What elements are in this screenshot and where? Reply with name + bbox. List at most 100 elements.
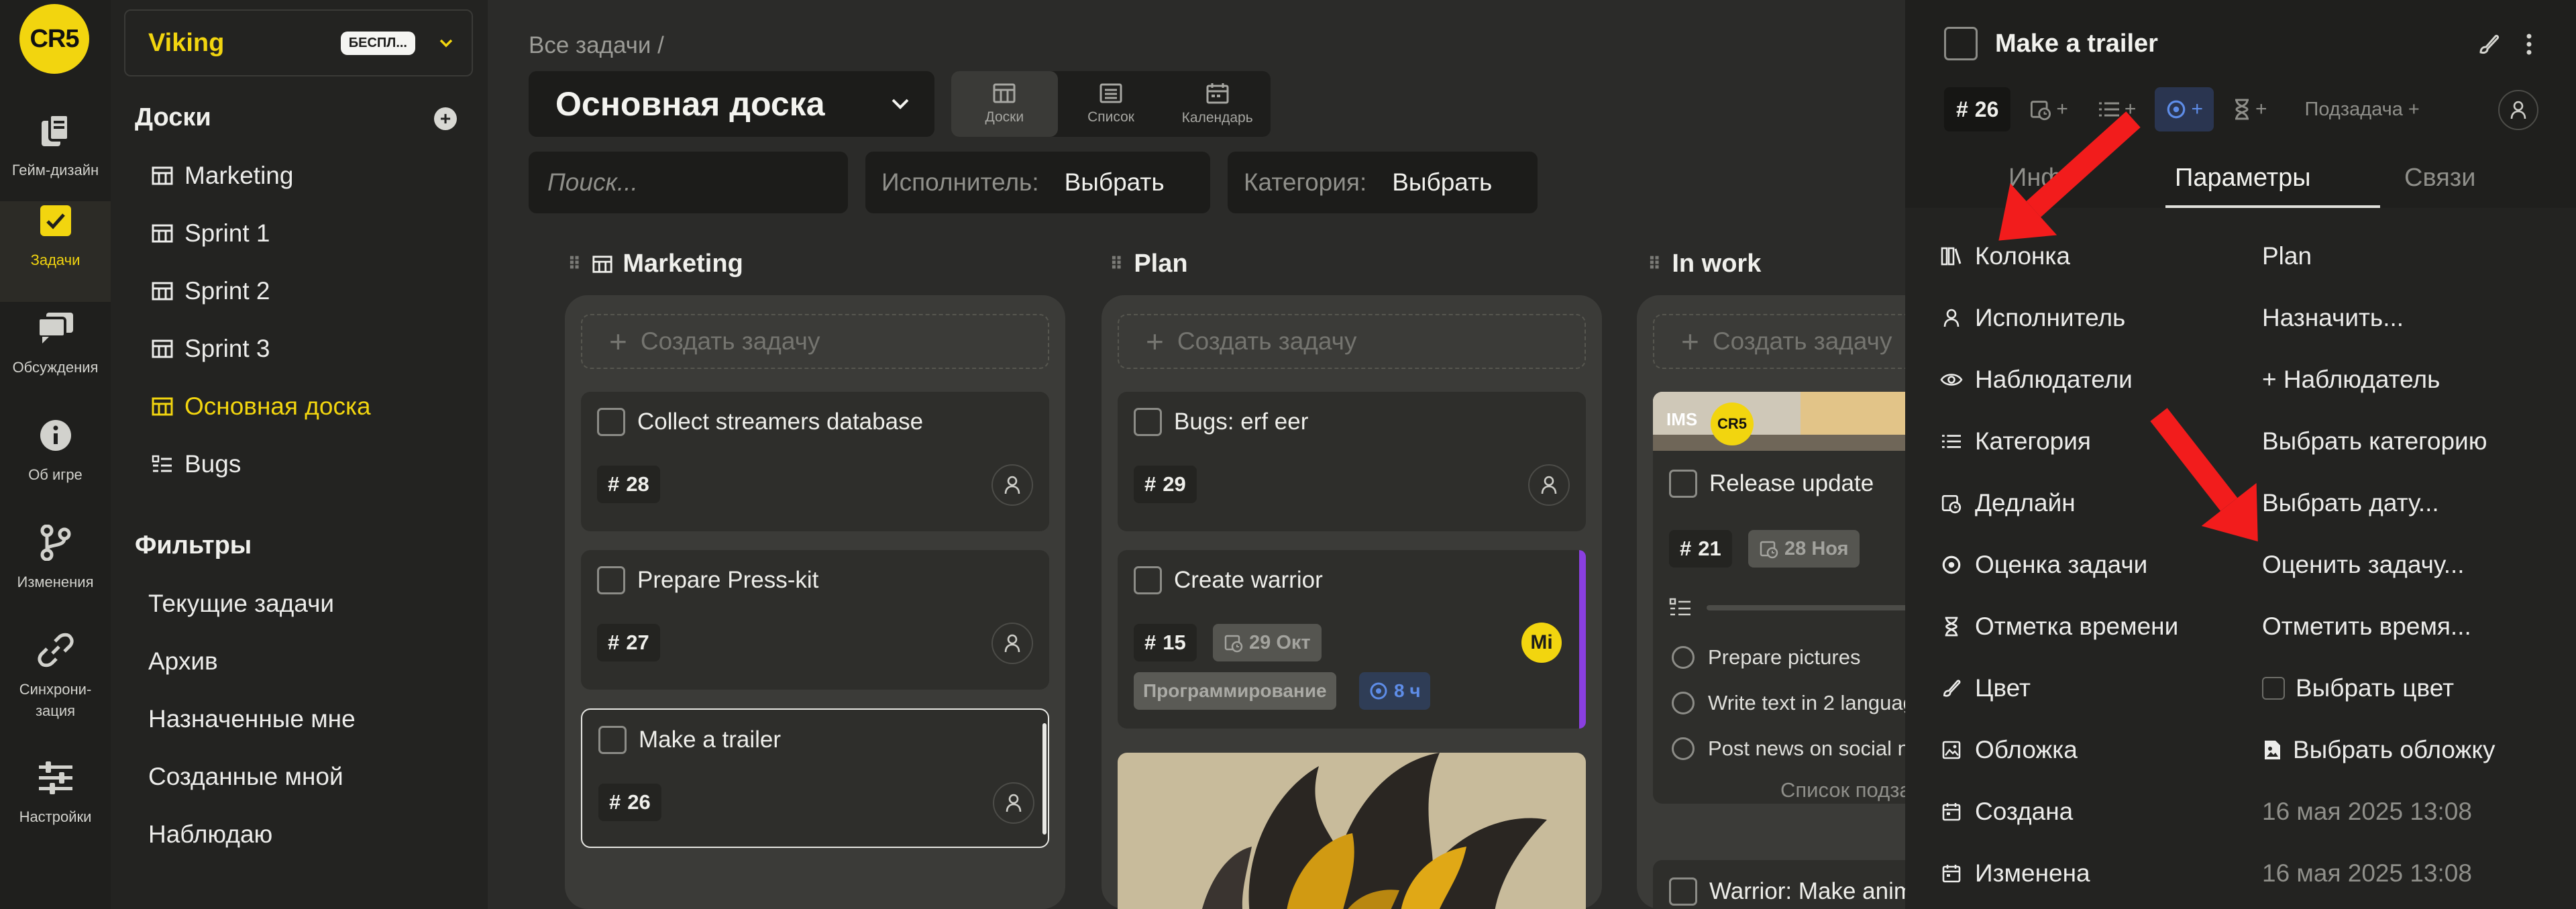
column-header-marketing[interactable]: ⠿ Marketing <box>568 250 743 278</box>
brush-icon[interactable] <box>2474 30 2504 59</box>
rail-item-sync[interactable]: Синхрони- зация <box>0 631 111 731</box>
board-selector[interactable]: Основная доска <box>529 71 934 137</box>
task-card[interactable]: Prepare Press-kit #27 <box>581 550 1049 690</box>
add-subtask-button[interactable]: Подзадача + <box>2305 99 2420 121</box>
task-checkbox[interactable] <box>597 566 625 594</box>
calendar-clock-icon <box>1224 635 1243 653</box>
task-checkbox[interactable] <box>1134 408 1162 436</box>
rail-label: Синхрони- зация <box>19 681 92 719</box>
more-vertical-icon[interactable] <box>2514 30 2544 59</box>
task-checkbox[interactable] <box>1669 877 1697 906</box>
task-card[interactable]: Collect streamers database #28 <box>581 392 1049 531</box>
deadline-add-button[interactable]: + <box>2019 87 2079 131</box>
view-calendar-button[interactable]: Календарь <box>1164 71 1271 137</box>
panel-task-title[interactable]: Make a trailer <box>1995 30 2158 58</box>
task-checkbox[interactable] <box>598 726 627 754</box>
assign-user-button[interactable] <box>1528 464 1570 506</box>
task-card[interactable]: Warrior: Make anim <box>1653 860 1905 909</box>
time-mark-add-button[interactable]: + <box>2222 87 2278 131</box>
tab-links[interactable]: Связи <box>2404 164 2475 193</box>
prop-value-estimate[interactable]: Оценить задачу... <box>2262 551 2465 579</box>
assign-user-button[interactable] <box>991 623 1033 664</box>
rail-item-discussions[interactable]: Обсуждения <box>0 309 111 409</box>
card-cover-image: IMS CR5 <box>1653 392 1905 451</box>
category-add-button[interactable]: + <box>2087 87 2147 131</box>
subtask-item[interactable]: Post news on social ne <box>1672 737 1905 761</box>
create-task-button[interactable]: + Создать задачу <box>1118 314 1586 369</box>
task-checkbox[interactable] <box>1944 27 1978 60</box>
subtask-item[interactable]: Prepare pictures <box>1672 645 1860 670</box>
prop-value-assignee[interactable]: Назначить... <box>2262 304 2404 332</box>
filter-current-tasks[interactable]: Текущие задачи <box>148 584 334 624</box>
create-task-button[interactable]: + Создать задачу <box>1653 314 1905 369</box>
sidebar-board-sprint-1[interactable]: Sprint 1 <box>151 213 270 254</box>
task-title: Prepare Press-kit <box>637 567 819 593</box>
prop-value-category[interactable]: Выбрать категорию <box>2262 427 2487 456</box>
app-logo[interactable]: CR5 <box>19 4 89 74</box>
filter-created-by-me[interactable]: Созданные мной <box>148 757 343 797</box>
prop-value-cover[interactable]: Выбрать обложку <box>2262 736 2495 764</box>
sidebar-board-sprint-2[interactable]: Sprint 2 <box>151 271 270 311</box>
breadcrumb[interactable]: Все задачи / <box>529 32 664 59</box>
drag-handle-icon[interactable]: ⠿ <box>1110 254 1123 274</box>
rail-item-tasks[interactable]: Задачи <box>0 201 111 302</box>
create-task-button[interactable]: + Создать задачу <box>581 314 1049 369</box>
filter-assigned-to-me[interactable]: Назначенные мне <box>148 699 356 739</box>
subtask-radio[interactable] <box>1672 737 1695 760</box>
subtask-radio[interactable] <box>1672 646 1695 669</box>
rail-item-settings[interactable]: Настройки <box>0 758 111 859</box>
add-board-icon[interactable]: + <box>434 107 457 130</box>
prop-label: Дедлайн <box>1975 489 2076 517</box>
task-card[interactable]: IMS CR5 Release update #21 28 Ноя Prepar… <box>1653 392 1905 804</box>
search-input[interactable] <box>547 168 871 197</box>
drag-handle-icon[interactable]: ⠿ <box>1648 254 1661 274</box>
task-checkbox[interactable] <box>597 408 625 436</box>
rail-item-changes[interactable]: Изменения <box>0 523 111 624</box>
column-header-in-work[interactable]: ⠿ In work <box>1648 250 1761 278</box>
view-board-button[interactable]: Доски <box>951 71 1058 137</box>
view-switcher: Доски Список Календарь <box>951 71 1271 137</box>
tab-parameters[interactable]: Параметры <box>2175 164 2311 193</box>
sidebar-board-bugs[interactable]: Bugs <box>151 444 241 484</box>
prop-value-watchers[interactable]: + Наблюдатель <box>2262 366 2440 394</box>
user-icon <box>1940 307 1963 329</box>
task-card-cover[interactable] <box>1118 753 1586 909</box>
rail-item-game-design[interactable]: Гейм-дизайн <box>0 111 111 212</box>
eye-icon <box>1940 368 1963 391</box>
subtask-list-link[interactable]: Список подза <box>1780 778 1905 802</box>
assign-user-button[interactable] <box>2498 90 2538 130</box>
prop-value-color[interactable]: Выбрать цвет <box>2262 674 2454 702</box>
filter-watching[interactable]: Наблюдаю <box>148 814 272 855</box>
task-card[interactable]: Bugs: erf eer #29 <box>1118 392 1586 531</box>
board-label: Bugs <box>184 450 241 478</box>
column-header-plan[interactable]: ⠿ Plan <box>1110 250 1188 278</box>
tab-info[interactable]: Инфо <box>2008 164 2076 193</box>
prop-value-time-mark[interactable]: Отметить время... <box>2262 612 2471 641</box>
rail-item-about-game[interactable]: Об игре <box>0 416 111 517</box>
prop-label: Колонка <box>1975 242 2070 270</box>
subtask-radio[interactable] <box>1672 692 1695 714</box>
task-card-selected[interactable]: Make a trailer #26 <box>581 708 1049 848</box>
task-number-badge: #26 <box>1944 87 2011 131</box>
sidebar-board-marketing[interactable]: Marketing <box>151 156 293 196</box>
task-card[interactable]: Create warrior #15 29 Окт Mi Программиро… <box>1118 550 1586 729</box>
assign-user-button[interactable] <box>991 464 1033 506</box>
workspace-selector[interactable]: Viking БЕСПЛ... <box>124 9 473 76</box>
task-checkbox[interactable] <box>1669 470 1697 498</box>
category-filter[interactable]: Категория: Выбрать <box>1228 152 1538 213</box>
prop-value-deadline[interactable]: Выбрать дату... <box>2262 489 2439 517</box>
assignee-filter[interactable]: Исполнитель: Выбрать <box>865 152 1210 213</box>
sidebar-board-main[interactable]: Основная доска <box>151 386 371 427</box>
subtask-item[interactable]: Write text in 2 languag <box>1672 691 1905 715</box>
estimate-add-button[interactable]: + <box>2155 87 2214 131</box>
subtask-progress-bar <box>1707 605 1905 610</box>
task-checkbox[interactable] <box>1134 566 1162 594</box>
drag-handle-icon[interactable]: ⠿ <box>568 254 581 274</box>
prop-value-column[interactable]: Plan <box>2262 242 2312 270</box>
sidebar-board-sprint-3[interactable]: Sprint 3 <box>151 329 270 369</box>
view-list-button[interactable]: Список <box>1058 71 1165 137</box>
task-number-badge: #21 <box>1669 530 1732 568</box>
assign-user-button[interactable] <box>993 782 1034 824</box>
filter-archive[interactable]: Архив <box>148 641 218 682</box>
avatar[interactable]: Mi <box>1521 623 1562 663</box>
